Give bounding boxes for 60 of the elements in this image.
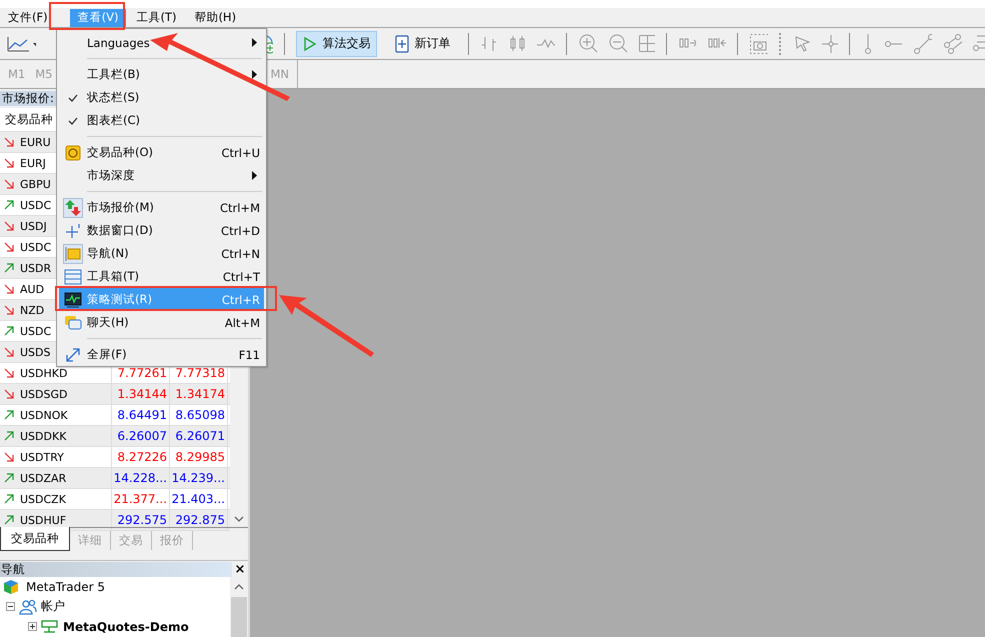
- bid-cell: 6.26007: [117, 430, 167, 442]
- symbol-cell: USDZAR: [20, 472, 66, 484]
- bid-cell: 21.377...: [114, 493, 167, 506]
- ask-cell: 7.77318: [175, 367, 225, 380]
- tree-item[interactable]: MetaTrader 5: [26, 580, 106, 594]
- bid-cell: 292.575: [117, 514, 167, 526]
- toolbar-button[interactable]: 算法交易: [296, 30, 378, 56]
- toolbar-button[interactable]: 新订单: [388, 30, 458, 56]
- menu-item[interactable]: 状态栏(S): [59, 86, 264, 109]
- menu-item[interactable]: 文件(F): [4, 8, 52, 26]
- ask-cell: 292.875: [175, 514, 225, 526]
- panel-tab[interactable]: 交易品种: [0, 526, 70, 551]
- symbol-cell: NZD: [20, 304, 44, 316]
- bid-cell: 14.228...: [114, 472, 167, 484]
- menu-item[interactable]: 图表栏(C): [59, 109, 264, 132]
- menu-item[interactable]: 市场报价(M) Ctrl+M: [59, 196, 264, 219]
- symbol-cell: USDNOK: [20, 410, 68, 421]
- symbol-cell: USDHKD: [20, 368, 68, 379]
- panel-title: 市场报价:: [0, 90, 56, 106]
- symbol-cell: USDSGD: [20, 388, 68, 400]
- symbol-cell: USDJ: [20, 220, 47, 232]
- tree-item[interactable]: MetaQuotes-Demo: [63, 620, 189, 634]
- symbol-cell: USDR: [20, 262, 52, 274]
- panel-title: 导航: [0, 562, 232, 577]
- symbol-cell: EURU: [20, 136, 51, 148]
- tree-item[interactable]: 帐户: [41, 598, 65, 616]
- menu-item[interactable]: 数据窗口(D) Ctrl+D: [59, 219, 264, 242]
- symbol-cell: USDDKK: [20, 430, 66, 442]
- ask-cell: 21.403...: [172, 493, 225, 506]
- column-header[interactable]: 交易品种: [5, 112, 53, 128]
- ask-cell: 1.34174: [175, 388, 225, 400]
- close-button[interactable]: ×: [232, 562, 248, 577]
- menu-item[interactable]: 帮助(H): [190, 8, 240, 26]
- bid-cell: 8.27226: [117, 451, 167, 464]
- symbol-cell: USDC: [20, 326, 52, 337]
- menu-item[interactable]: 工具(T): [132, 8, 180, 26]
- symbol-cell: USDHUF: [20, 514, 66, 526]
- menu-item[interactable]: 工具栏(B): [59, 63, 264, 86]
- symbol-cell: USDC: [20, 200, 52, 211]
- symbol-cell: EURJ: [20, 158, 46, 169]
- ask-cell: 6.26071: [175, 430, 225, 442]
- symbol-cell: USDCZK: [20, 494, 66, 505]
- menu-item[interactable]: Languages: [59, 31, 264, 54]
- ask-cell: 14.239...: [172, 472, 225, 484]
- ask-cell: 8.65098: [175, 409, 225, 422]
- symbol-cell: AUD: [20, 284, 44, 295]
- symbol-cell: GBPU: [20, 178, 51, 190]
- ask-cell: 8.29985: [175, 451, 225, 464]
- menu-item[interactable]: 工具箱(T) Ctrl+T: [59, 265, 264, 288]
- symbol-cell: USDTRY: [20, 452, 64, 463]
- menu-item[interactable]: 导航(N) Ctrl+N: [59, 242, 264, 265]
- menu-item[interactable]: 全屏(F) F11: [59, 343, 264, 366]
- menu-item[interactable]: 市场深度: [59, 164, 264, 187]
- bid-cell: 7.77261: [117, 367, 167, 380]
- bid-cell: 8.64491: [117, 409, 167, 422]
- symbol-cell: USDC: [20, 242, 52, 253]
- symbol-cell: USDS: [20, 346, 50, 358]
- menu-item[interactable]: 交易品种(O) Ctrl+U: [59, 141, 264, 164]
- bid-cell: 1.34144: [117, 388, 167, 400]
- menu-item[interactable]: 聊天(H) Alt+M: [59, 311, 264, 334]
